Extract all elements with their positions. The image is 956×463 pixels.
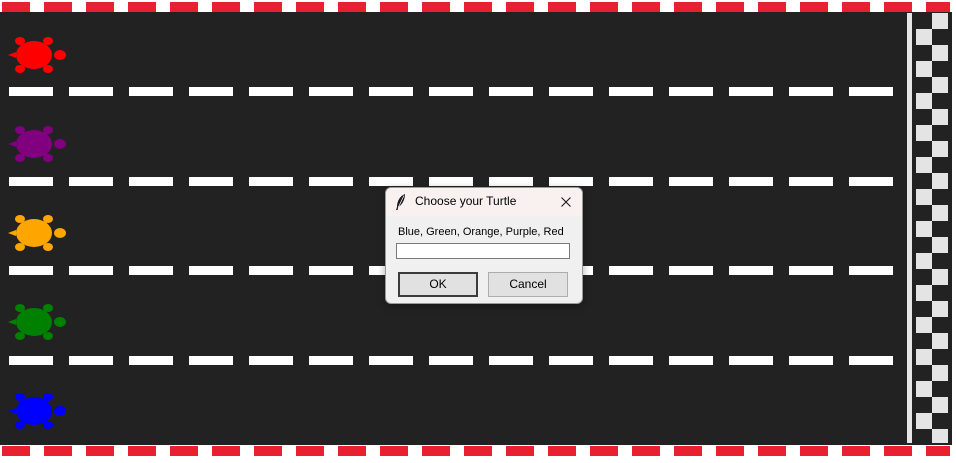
top-curb bbox=[2, 2, 950, 12]
bottom-curb bbox=[2, 446, 950, 456]
turtle-blue bbox=[8, 393, 66, 429]
finish-post bbox=[907, 13, 912, 443]
race-scene: Choose your Turtle Blue, Green, Orange, … bbox=[0, 0, 956, 463]
turtle-red bbox=[8, 37, 66, 73]
dialog-titlebar[interactable]: Choose your Turtle bbox=[386, 188, 582, 216]
feather-icon bbox=[396, 194, 405, 210]
turtle-choice-input[interactable] bbox=[396, 243, 570, 259]
checkered-finish-line bbox=[916, 13, 948, 443]
close-button[interactable] bbox=[552, 190, 580, 214]
lane-divider bbox=[9, 177, 897, 186]
turtle-purple bbox=[8, 126, 66, 162]
lane-divider bbox=[9, 356, 897, 365]
cancel-button[interactable]: Cancel bbox=[488, 272, 568, 297]
lane-divider bbox=[9, 87, 897, 96]
turtle-orange bbox=[8, 215, 66, 251]
dialog-title: Choose your Turtle bbox=[415, 194, 517, 208]
close-icon bbox=[561, 197, 571, 207]
dialog-prompt: Blue, Green, Orange, Purple, Red bbox=[398, 226, 564, 238]
turtle-green bbox=[8, 304, 66, 340]
choose-turtle-dialog: Choose your Turtle Blue, Green, Orange, … bbox=[385, 187, 583, 304]
ok-button[interactable]: OK bbox=[398, 272, 478, 297]
